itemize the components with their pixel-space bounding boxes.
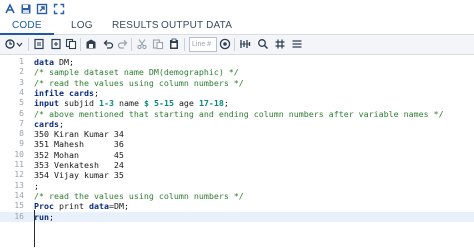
code-text: ; — [34, 180, 39, 191]
code-text: 351 Mahesh 36 — [34, 139, 124, 150]
code-line[interactable]: 7 cards; — [0, 119, 474, 129]
line-number: 10 — [14, 149, 24, 159]
code-text: /* read the values using column numbers … — [34, 77, 244, 88]
toolbar-separator — [184, 38, 185, 51]
code-text: Proc print data=DM; — [34, 201, 129, 212]
copy-icon[interactable] — [64, 37, 78, 51]
line-number: 9 — [19, 139, 24, 149]
code-text: input subjid 1-3 name $ 5-15 age 17-18; — [34, 98, 229, 109]
line-number: 4 — [19, 87, 24, 97]
maximize-icon[interactable] — [53, 2, 65, 15]
code-text: 350 Kiran Kumar 34 — [34, 129, 124, 140]
line-number: 13 — [14, 180, 24, 190]
wrap-icon[interactable] — [290, 37, 304, 51]
line-number: 3 — [19, 77, 24, 87]
line-number-input[interactable]: Line # — [189, 37, 217, 52]
top-icon-bar — [0, 0, 474, 16]
code-line[interactable]: 14 /* read the values using column number… — [0, 191, 474, 201]
code-text: run; — [34, 211, 54, 222]
undo-icon[interactable] — [101, 37, 115, 51]
code-line[interactable]: 15 Proc print data=DM; — [0, 201, 474, 211]
text-cursor — [34, 210, 35, 247]
line-number: 14 — [14, 190, 24, 200]
code-line[interactable]: 10 352 Mohan 45 — [0, 150, 474, 160]
code-text: /* read the values using column numbers … — [34, 190, 244, 201]
line-number: 12 — [14, 170, 24, 180]
code-line[interactable]: 5 input subjid 1-3 name $ 5-15 age 17-18; — [0, 98, 474, 108]
code-text: cards; — [34, 118, 64, 129]
code-text: data DM; — [34, 57, 74, 67]
goto-line-icon[interactable] — [218, 37, 232, 51]
toolbar-separator — [234, 38, 235, 51]
code-text: infile cards; — [34, 87, 99, 98]
code-line[interactable]: 6 /* above mentioned that starting and en… — [0, 109, 474, 119]
toolbar-separator — [131, 38, 132, 51]
line-number: 11 — [14, 160, 24, 169]
code-text: 354 Vijay kumar 35 — [34, 170, 124, 181]
code-line[interactable]: 2 /* sample dataset name DM(demographic) … — [0, 67, 474, 77]
paste-icon[interactable] — [151, 37, 165, 51]
line-number: 7 — [19, 118, 24, 128]
code-line[interactable]: 11 353 Venkatesh 24 — [0, 160, 474, 170]
toolbar-separator — [80, 38, 81, 51]
code-text: /* sample dataset name DM(demographic) *… — [34, 67, 239, 78]
format-icon[interactable] — [238, 37, 252, 51]
code-line[interactable]: 3 /* read the values using column numbers… — [0, 78, 474, 88]
line-number: 1 — [19, 57, 24, 66]
code-line[interactable]: 4 infile cards; — [0, 88, 474, 98]
clipboard-icon[interactable] — [167, 37, 181, 51]
tab-code[interactable]: CODE — [0, 18, 54, 35]
line-number: 6 — [19, 108, 24, 118]
tab-results[interactable]: RESULTS — [112, 18, 159, 34]
run-icon[interactable] — [4, 2, 16, 14]
code-text: 352 Mohan 45 — [34, 149, 124, 160]
line-number: 15 — [14, 201, 24, 211]
save-icon[interactable] — [84, 37, 98, 51]
cut-icon[interactable] — [135, 37, 149, 51]
tab-output-data[interactable]: OUTPUT DATA — [161, 18, 232, 34]
toolbar-separator — [28, 38, 29, 51]
code-line[interactable]: 9 351 Mahesh 36 — [0, 139, 474, 149]
tab-bar: CODE LOG RESULTS OUTPUT DATA — [0, 16, 474, 35]
export-icon[interactable] — [36, 2, 48, 15]
save-icon[interactable] — [20, 2, 32, 14]
code-line[interactable]: 16 run; — [0, 211, 474, 222]
code-line[interactable]: 8 350 Kiran Kumar 34 — [0, 129, 474, 139]
editor-toolbar: Line # — [0, 35, 474, 55]
open-icon[interactable] — [32, 37, 46, 51]
line-number: 5 — [19, 98, 24, 108]
redo-icon[interactable] — [116, 37, 130, 51]
code-editor[interactable]: 1 data DM; 2 /* sample dataset name DM(demo… — [0, 55, 474, 251]
line-number: 16 — [14, 211, 24, 221]
code-line[interactable]: 13; — [0, 181, 474, 191]
code-text: 353 Venkatesh 24 — [34, 160, 124, 170]
code-text: /* above mentioned that starting and end… — [34, 108, 444, 119]
line-number: 2 — [19, 67, 24, 77]
run-dropdown-icon[interactable] — [5, 37, 25, 51]
tab-log[interactable]: LOG — [71, 18, 93, 34]
code-line[interactable]: 12 354 Vijay kumar 35 — [0, 170, 474, 180]
search-icon[interactable] — [256, 37, 270, 51]
line-number: 8 — [19, 129, 24, 139]
grid-icon[interactable] — [273, 37, 287, 51]
new-icon[interactable] — [49, 37, 63, 51]
code-line[interactable]: 1 data DM; — [0, 57, 474, 67]
